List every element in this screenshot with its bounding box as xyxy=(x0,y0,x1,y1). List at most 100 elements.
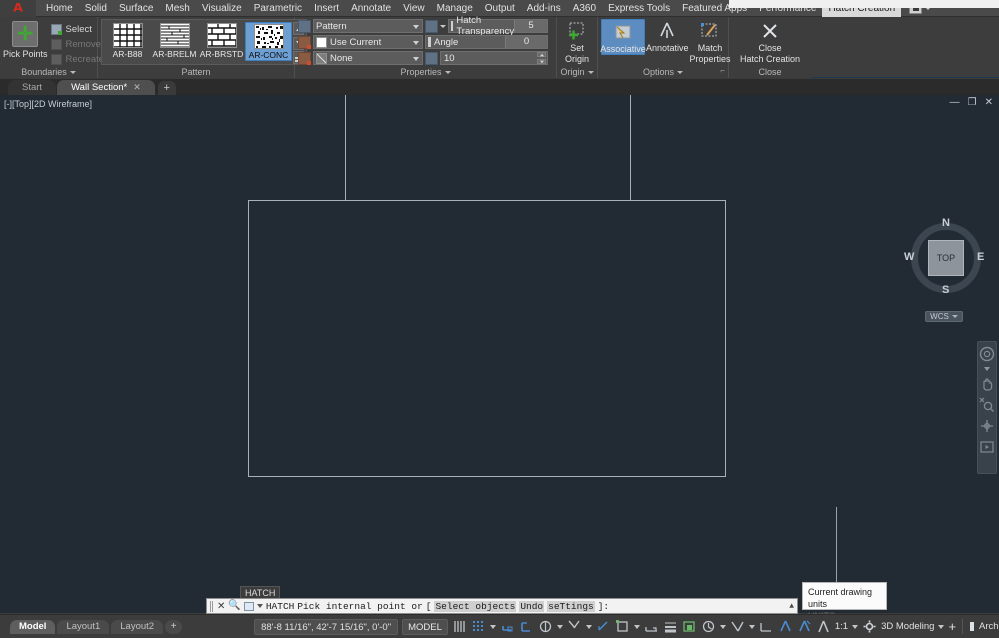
pattern-swatch-ar-conc[interactable]: AR-CONC xyxy=(245,22,292,61)
view-cube-south-label[interactable]: S xyxy=(942,284,949,296)
hatch-color-dropdown[interactable]: Use Current xyxy=(313,35,423,49)
steering-wheel-icon[interactable] xyxy=(979,346,995,362)
minimize-icon[interactable]: — xyxy=(950,97,960,108)
transparency-icon[interactable] xyxy=(682,619,697,634)
chevron-down-icon[interactable] xyxy=(633,624,640,629)
pattern-gallery[interactable]: AR-B88 AR-BRELM AR-BRSTD AR-CONC xyxy=(101,19,307,65)
ribbon-tab-a360[interactable]: A360 xyxy=(567,0,602,17)
view-cube-north-label[interactable]: N xyxy=(942,217,950,229)
view-cube[interactable]: TOP N S E W xyxy=(903,215,989,301)
chevron-down-icon[interactable] xyxy=(852,624,859,629)
customize-add-button[interactable]: + xyxy=(948,619,956,634)
ribbon-tab-mesh[interactable]: Mesh xyxy=(159,0,195,17)
ribbon-tab-annotate[interactable]: Annotate xyxy=(345,0,397,17)
zoom-extents-icon[interactable] xyxy=(979,397,995,413)
polar-tracking-icon[interactable] xyxy=(567,619,582,634)
dynamic-ucs-icon[interactable] xyxy=(759,619,774,634)
chevron-down-icon[interactable] xyxy=(719,624,726,629)
snap-mode-icon[interactable] xyxy=(471,619,486,634)
annotation-scale-icon[interactable] xyxy=(816,619,831,634)
command-option-undo[interactable]: Undo xyxy=(519,600,545,612)
new-layout-button[interactable]: + xyxy=(165,619,183,634)
application-menu-button[interactable]: A xyxy=(0,0,36,17)
command-option-select-objects[interactable]: Select objects xyxy=(434,600,517,612)
object-snap-tracking-icon[interactable] xyxy=(615,619,630,634)
chevron-down-icon[interactable] xyxy=(489,624,496,629)
search-icon[interactable]: 🔍 xyxy=(228,600,240,612)
command-options-icon[interactable] xyxy=(243,601,254,611)
pattern-swatch-ar-b88[interactable]: AR-B88 xyxy=(104,22,151,59)
close-icon[interactable]: ✕ xyxy=(133,80,141,95)
object-snap-icon[interactable] xyxy=(644,619,659,634)
pattern-swatch-ar-brelm[interactable]: AR-BRELM xyxy=(151,22,198,59)
ribbon-tab-home[interactable]: Home xyxy=(40,0,79,17)
chevron-down-icon[interactable] xyxy=(748,624,755,629)
navigation-bar[interactable] xyxy=(977,341,997,474)
layout-tab-layout1[interactable]: Layout1 xyxy=(57,619,110,634)
units-style-value[interactable]: Architectural xyxy=(979,621,999,632)
ribbon-tab-express-tools[interactable]: Express Tools xyxy=(602,0,676,17)
close-icon[interactable]: ✕ xyxy=(985,97,993,108)
set-origin-button[interactable]: Set Origin xyxy=(560,19,594,64)
command-history-expand-icon[interactable]: ▲ xyxy=(789,602,794,611)
infer-constraints-icon[interactable] xyxy=(500,619,515,634)
command-option-settings[interactable]: seTtings xyxy=(547,600,595,612)
workspace-name[interactable]: 3D Modeling xyxy=(881,621,934,632)
view-cube-west-label[interactable]: W xyxy=(904,251,914,263)
grid-display-icon[interactable] xyxy=(452,619,467,634)
file-tab-start[interactable]: Start xyxy=(8,80,57,95)
pattern-swatch-ar-brstd[interactable]: AR-BRSTD xyxy=(198,22,245,59)
background-color-dropdown[interactable]: None xyxy=(313,51,423,65)
units-style-icon[interactable] xyxy=(969,619,975,634)
restore-icon[interactable]: ❐ xyxy=(968,97,977,108)
annotative-toggle-button[interactable]: Annotative xyxy=(646,19,689,53)
chevron-down-icon[interactable] xyxy=(256,604,263,608)
hatch-transparency-field[interactable]: Hatch Transparency 5 xyxy=(448,15,548,37)
linewidth-icon[interactable] xyxy=(663,619,678,634)
panel-title-boundaries[interactable]: Boundaries xyxy=(0,66,97,78)
chevron-down-icon[interactable] xyxy=(556,624,563,629)
model-space-button[interactable]: MODEL xyxy=(402,618,448,635)
workspace-gear-icon[interactable] xyxy=(862,619,877,634)
hatch-angle-field[interactable]: Angle 0 xyxy=(425,35,548,49)
view-cube-east-label[interactable]: E xyxy=(977,251,984,263)
panel-dialog-launcher[interactable]: ⌐ xyxy=(720,65,725,77)
dynamic-input-icon[interactable] xyxy=(519,619,534,634)
ribbon-tab-solid[interactable]: Solid xyxy=(79,0,113,17)
close-hatch-creation-button[interactable]: Close Hatch Creation xyxy=(732,19,808,64)
autoscale-icon[interactable] xyxy=(797,619,812,634)
chevron-down-icon[interactable] xyxy=(585,624,592,629)
hatch-type-dropdown[interactable]: Pattern xyxy=(313,19,423,33)
ribbon-tab-view[interactable]: View xyxy=(397,0,431,17)
new-file-tab-button[interactable]: + xyxy=(157,81,176,95)
hatch-scale-field[interactable]: 10 xyxy=(440,51,548,65)
scale-spinner[interactable] xyxy=(537,52,546,64)
view-cube-top-face[interactable]: TOP xyxy=(928,240,964,276)
panel-title-origin[interactable]: Origin xyxy=(557,66,597,78)
ribbon-tab-surface[interactable]: Surface xyxy=(113,0,159,17)
associative-toggle-button[interactable]: Associative xyxy=(600,19,646,55)
drawing-canvas[interactable]: [-][Top][2D Wireframe] — ❐ ✕ TOP N S E W… xyxy=(0,95,999,613)
boundary-select-button[interactable]: Select xyxy=(48,22,105,36)
layout-tab-layout2[interactable]: Layout2 xyxy=(111,619,164,634)
panel-title-properties[interactable]: Properties xyxy=(295,66,556,78)
ribbon-tab-parametric[interactable]: Parametric xyxy=(248,0,308,17)
panel-title-options[interactable]: Options ⌐ xyxy=(598,66,728,78)
isometric-drafting-icon[interactable] xyxy=(596,619,611,634)
coordinate-display[interactable]: 88'-8 11/16", 42'-7 15/16", 0'-0" xyxy=(254,618,399,635)
pan-hand-icon[interactable] xyxy=(979,376,995,392)
show-motion-icon[interactable] xyxy=(979,439,995,455)
ribbon-tab-visualize[interactable]: Visualize xyxy=(196,0,248,17)
viewport-control-label[interactable]: [-][Top][2D Wireframe] xyxy=(4,99,92,109)
wcs-dropdown[interactable]: WCS xyxy=(925,311,963,322)
file-tab-wall-section[interactable]: Wall Section* ✕ xyxy=(57,80,155,95)
close-icon[interactable]: ✕ xyxy=(217,601,225,612)
command-line-grip[interactable] xyxy=(210,600,214,612)
chevron-down-icon[interactable] xyxy=(984,367,990,371)
ribbon-tab-insert[interactable]: Insert xyxy=(308,0,345,17)
match-properties-button[interactable]: Match Properties xyxy=(690,19,731,64)
annotation-scale-value[interactable]: 1:1 xyxy=(835,621,848,632)
pick-points-button[interactable]: ✛ Pick Points xyxy=(3,19,48,59)
ortho-mode-icon[interactable] xyxy=(538,619,553,634)
orbit-icon[interactable] xyxy=(979,418,995,434)
